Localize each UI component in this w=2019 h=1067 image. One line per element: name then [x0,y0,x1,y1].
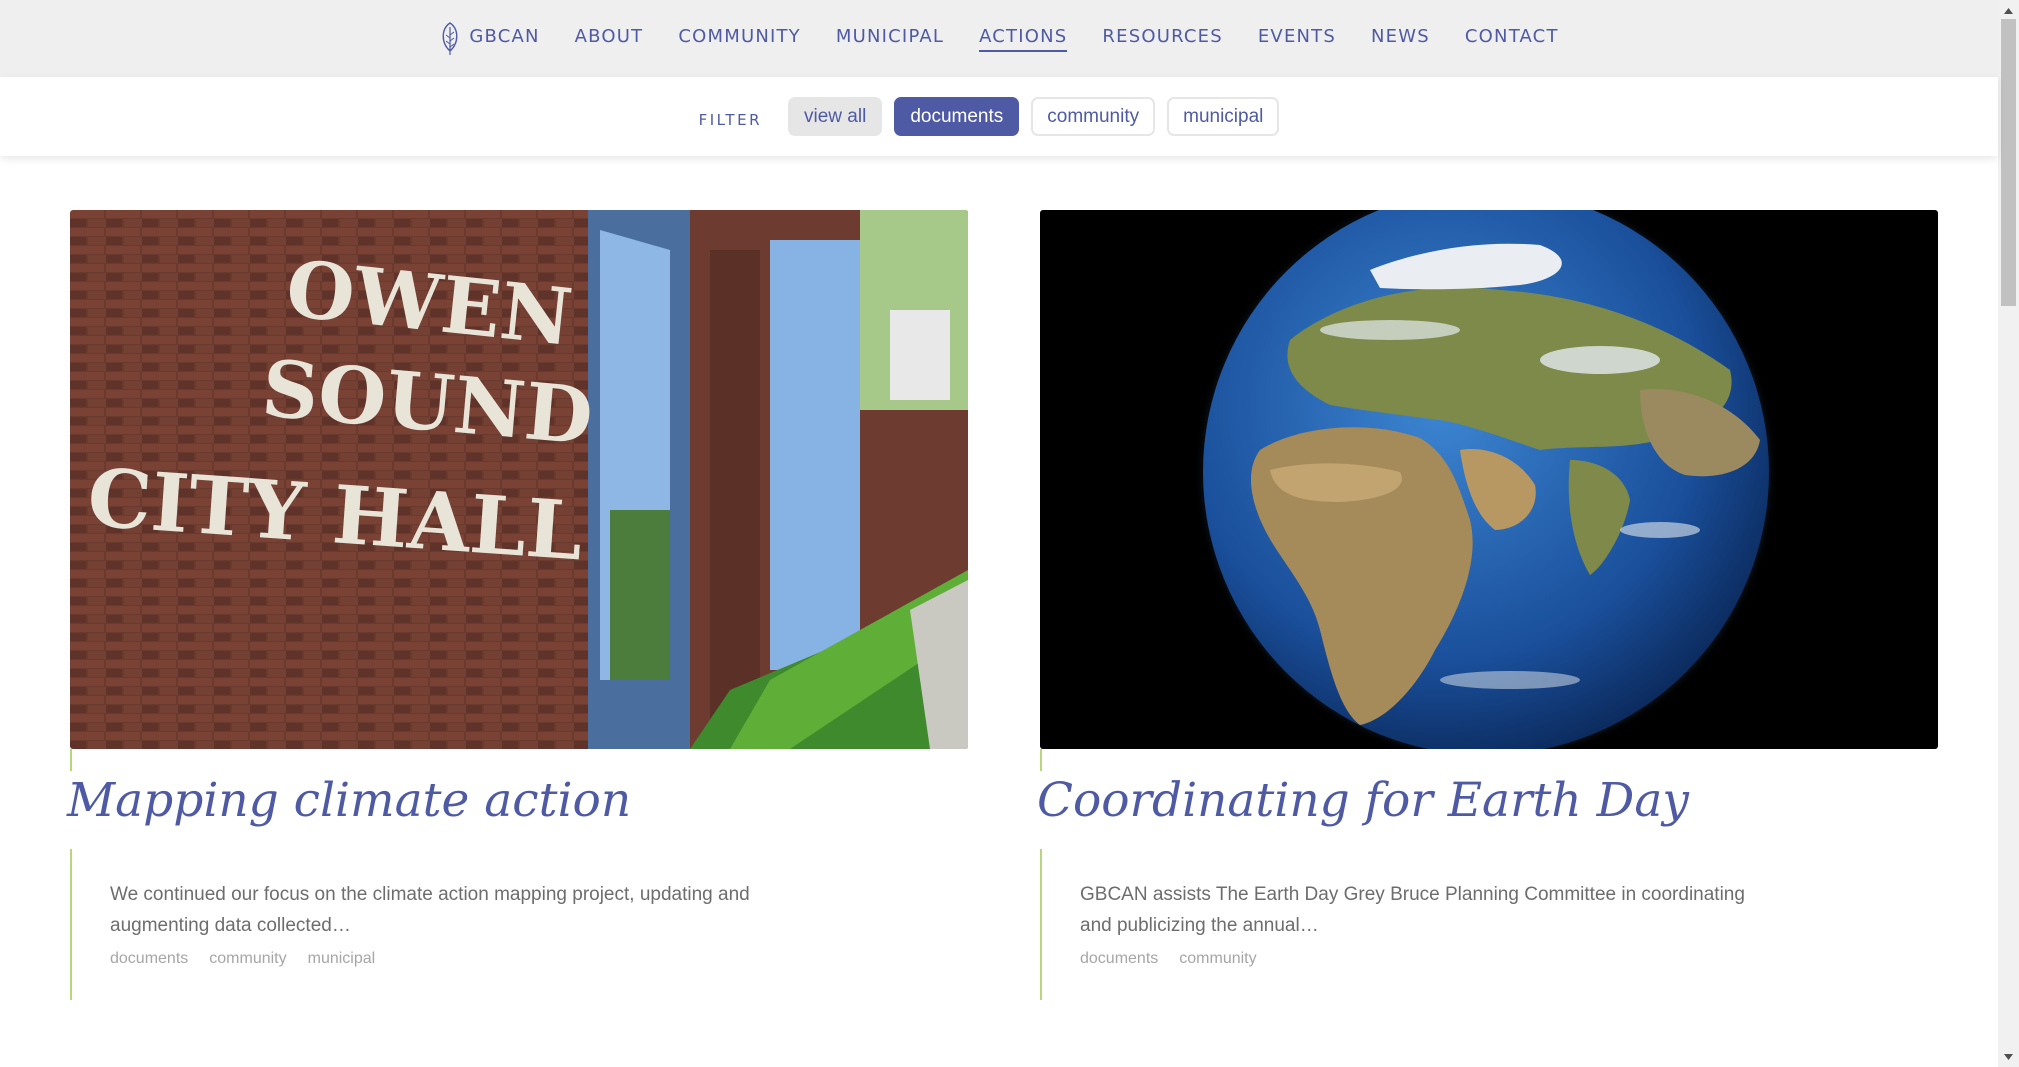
filter-label: FILTER [698,110,762,129]
top-navigation: GBCAN ABOUT COMMUNITY MUNICIPAL ACTIONS … [0,0,1998,77]
brand-name: GBCAN [469,25,540,47]
vertical-scrollbar[interactable] [1998,0,2019,1067]
post-excerpt: We continued our focus on the climate ac… [110,879,830,941]
tag-community[interactable]: community [209,950,286,968]
nav-item-about[interactable]: ABOUT [575,26,644,52]
brand-logo-link[interactable]: GBCAN [439,21,539,57]
post-body: GBCAN assists The Earth Day Grey Bruce P… [1040,849,1938,1000]
filter-municipal-button[interactable]: municipal [1167,97,1280,136]
earth-globe-photo[interactable] [1040,210,1938,749]
nav-item-news[interactable]: NEWS [1371,26,1430,52]
post-title[interactable]: Coordinating for Earth Day [1037,771,1938,849]
post-excerpt: GBCAN assists The Earth Day Grey Bruce P… [1080,879,1800,941]
nav-item-resources[interactable]: RESOURCES [1102,26,1222,52]
excerpt-line: and publicizing the annual… [1080,915,1319,936]
post-body: We continued our focus on the climate ac… [70,849,968,1000]
tag-documents[interactable]: documents [110,950,188,968]
tag-municipal[interactable]: municipal [308,950,376,968]
tag-community[interactable]: community [1179,950,1256,968]
scroll-up-arrow-icon[interactable] [1998,2,2019,19]
filter-documents-button[interactable]: documents [894,97,1020,136]
nav-item-municipal[interactable]: MUNICIPAL [836,26,944,52]
excerpt-line: augmenting data collected… [110,915,351,936]
filter-community-button[interactable]: community [1031,97,1156,136]
nav-item-events[interactable]: EVENTS [1258,26,1336,52]
tag-documents[interactable]: documents [1080,950,1158,968]
leaf-icon [442,21,458,55]
post-tags: documents community municipal [110,950,968,968]
post-card: OWEN SOUND CITY HALL Mapping climate act… [67,210,968,1000]
nav-item-community[interactable]: COMMUNITY [678,26,801,52]
scrollbar-thumb[interactable] [2001,19,2016,306]
accent-line [70,749,72,771]
post-card: Coordinating for Earth Day GBCAN assists… [1037,210,1938,1000]
filter-view-all-button[interactable]: view all [788,97,883,136]
post-tags: documents community [1080,950,1938,968]
excerpt-line: GBCAN assists The Earth Day Grey Bruce P… [1080,884,1745,905]
nav-item-contact[interactable]: CONTACT [1465,26,1559,52]
scroll-down-arrow-icon[interactable] [1998,1048,2019,1065]
accent-line [1040,749,1042,771]
filter-bar: FILTER view all documents community muni… [0,77,1998,156]
excerpt-line: We continued our focus on the climate ac… [110,884,750,905]
nav-item-actions[interactable]: ACTIONS [979,26,1068,52]
city-hall-photo[interactable]: OWEN SOUND CITY HALL [70,210,968,749]
post-title[interactable]: Mapping climate action [67,771,968,849]
